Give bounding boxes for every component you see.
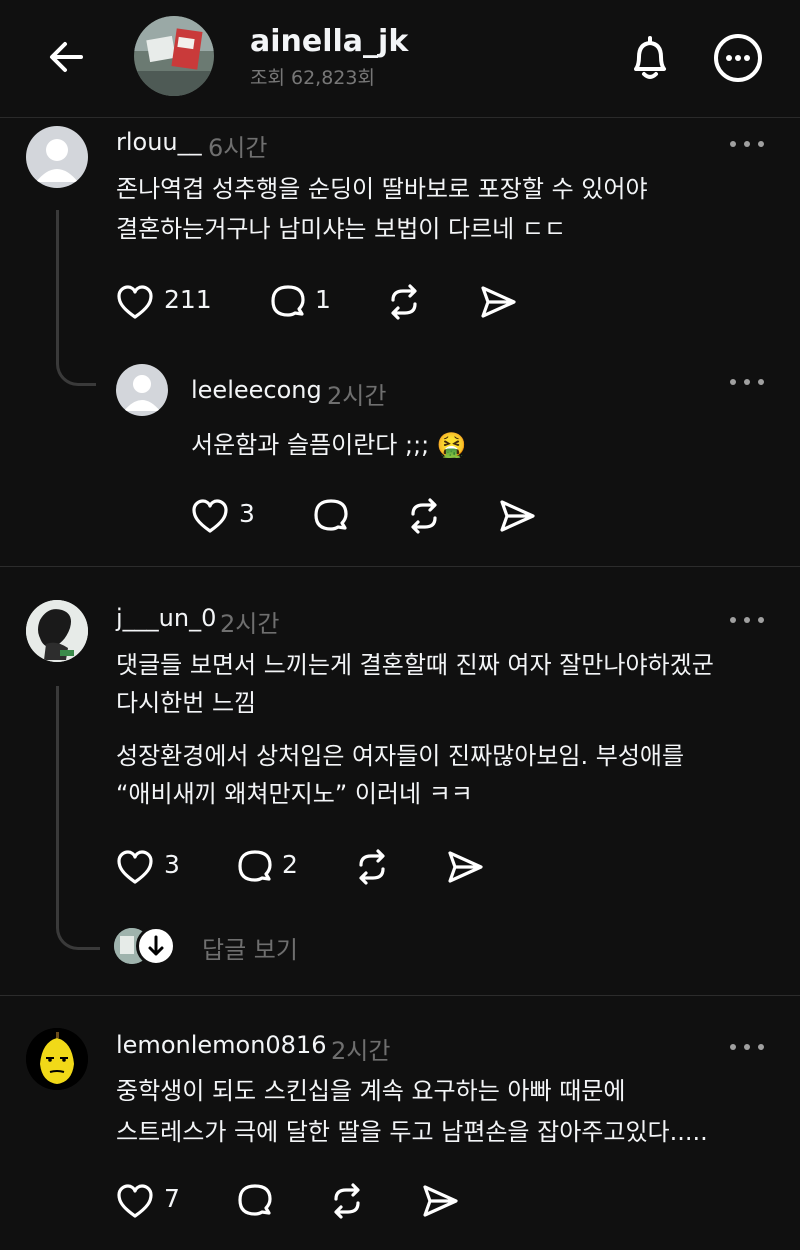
more-icon[interactable]	[730, 1040, 764, 1054]
comment-username[interactable]: lemonlemon0816	[116, 1031, 327, 1059]
send-icon	[481, 286, 516, 318]
more-circle-icon	[714, 34, 762, 82]
reply-text: 서운함과 슬픔이란다 ;;; 🤮	[191, 431, 467, 459]
speech-bubble-icon	[271, 285, 305, 317]
view-count: 조회 62,823회	[250, 67, 375, 89]
comment-text-line: 성장환경에서 상처입은 여자들이 진짜많아보임. 부성애를	[116, 742, 685, 770]
more-icon[interactable]	[730, 375, 764, 389]
thread-connector	[56, 686, 100, 950]
more-options-button[interactable]	[712, 32, 764, 84]
share-button[interactable]	[445, 847, 485, 887]
repost-icon	[334, 1183, 360, 1219]
repost-icon	[391, 284, 417, 320]
comment-username[interactable]: rlouu__	[116, 128, 202, 156]
like-button[interactable]	[191, 496, 229, 536]
reply-count: 2	[282, 850, 298, 879]
comment-button[interactable]	[311, 496, 351, 536]
comment-text-line: 스트레스가 극에 달한 딸을 두고 남편손을 잡아주고있다.....	[116, 1118, 708, 1146]
see-replies-link[interactable]: 답글 보기	[202, 930, 298, 965]
send-icon	[423, 1185, 458, 1217]
like-count: 211	[164, 285, 212, 314]
share-button[interactable]	[420, 1181, 460, 1221]
comment-button[interactable]	[235, 847, 275, 887]
divider	[0, 995, 800, 996]
speech-bubble-icon	[238, 850, 272, 882]
comment-text-line: 댓글들 보면서 느끼는게 결혼할때 진짜 여자 잘만나야하겠군	[116, 651, 714, 679]
avatar[interactable]	[26, 600, 88, 662]
reply-count: 1	[315, 285, 331, 314]
bell-icon	[634, 36, 666, 79]
repost-button[interactable]	[327, 1181, 367, 1221]
more-icon[interactable]	[730, 613, 764, 627]
repost-icon	[411, 498, 437, 534]
comment-time: 6시간	[208, 134, 268, 162]
notification-button[interactable]	[622, 30, 678, 86]
back-button[interactable]	[40, 30, 94, 84]
repost-icon	[359, 849, 385, 885]
profile-username[interactable]: ainella_jk	[250, 24, 408, 59]
repost-button[interactable]	[352, 847, 392, 887]
arrow-down-icon[interactable]	[136, 926, 176, 966]
like-count: 3	[164, 850, 180, 879]
comment-text-line: 중학생이 되도 스킨십을 계속 요구하는 아빠 때문에	[116, 1077, 626, 1105]
more-icon[interactable]	[730, 137, 764, 151]
heart-icon	[117, 1184, 153, 1218]
comment-time: 2시간	[220, 610, 280, 638]
comment-button[interactable]	[235, 1181, 275, 1221]
share-button[interactable]	[497, 496, 537, 536]
profile-avatar[interactable]	[134, 16, 214, 96]
avatar[interactable]	[26, 1028, 88, 1090]
comment-text-line: 결혼하는거구나 남미샤는 보법이 다르네 ㄷㄷ	[116, 215, 567, 243]
reply-time: 2시간	[327, 382, 387, 410]
like-button[interactable]	[116, 282, 154, 322]
comment-button[interactable]	[268, 282, 308, 322]
comment-text-line: “애비새끼 왜쳐만지노” 이러네 ㅋㅋ	[116, 780, 473, 808]
heart-icon	[117, 850, 153, 884]
speech-bubble-icon	[238, 1184, 272, 1216]
comment-username[interactable]: j___un_0	[116, 604, 216, 632]
like-count: 7	[164, 1184, 180, 1213]
send-icon	[500, 500, 535, 532]
send-icon	[448, 851, 483, 883]
heart-icon	[192, 499, 228, 533]
speech-bubble-icon	[314, 499, 348, 531]
like-button[interactable]	[116, 847, 154, 887]
reply-username[interactable]: leeleecong	[191, 376, 322, 404]
avatar[interactable]	[26, 126, 88, 188]
comment-text-line: 존나역겹 성추행을 순딩이 딸바보로 포장할 수 있어야	[116, 175, 648, 203]
repost-button[interactable]	[384, 282, 424, 322]
divider	[0, 566, 800, 567]
heart-icon	[117, 285, 153, 319]
share-button[interactable]	[478, 282, 518, 322]
header: ainella_jk 조회 62,823회	[0, 0, 800, 118]
like-button[interactable]	[116, 1181, 154, 1221]
repost-button[interactable]	[404, 496, 444, 536]
comment-text-line: 다시한번 느낌	[116, 689, 257, 717]
arrow-left-icon	[50, 42, 83, 72]
like-count: 3	[239, 499, 255, 528]
comment-time: 2시간	[331, 1037, 391, 1065]
thread-connector	[56, 210, 96, 386]
avatar[interactable]	[116, 364, 168, 416]
